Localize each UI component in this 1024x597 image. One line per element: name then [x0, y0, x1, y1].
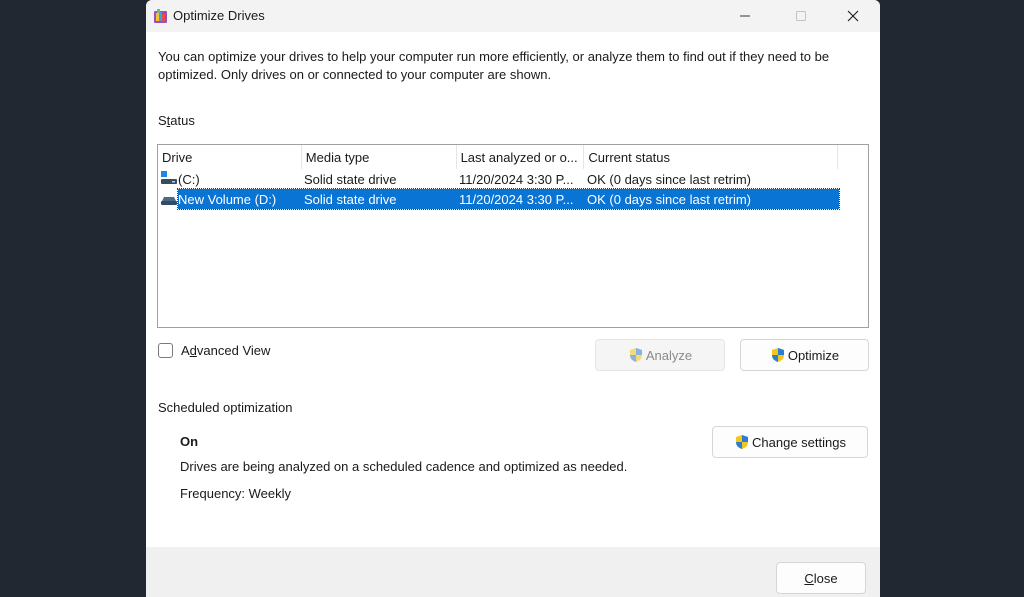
analyze-button[interactable]: Analyze [595, 339, 725, 371]
status-label-part: S [158, 113, 167, 128]
defrag-app-icon [154, 9, 167, 23]
drive-row-d[interactable]: New Volume (D:) Solid state drive 11/20/… [158, 188, 840, 210]
description-text: You can optimize your drives to help you… [158, 49, 830, 82]
optimize-drives-window: Optimize Drives You can optimize your dr… [146, 0, 880, 597]
title-bar[interactable]: Optimize Drives [146, 0, 880, 32]
drive-name: (C:) [178, 171, 200, 187]
label-part: lose [813, 570, 838, 586]
schedule-description: Drives are being analyzed on a scheduled… [180, 459, 628, 474]
minimize-icon [740, 15, 750, 17]
schedule-state: On [180, 434, 199, 449]
maximize-button[interactable] [778, 0, 824, 32]
drive-row-c[interactable]: (C:) Solid state drive 11/20/2024 3:30 P… [158, 169, 839, 189]
list-header: Drive Media type Last analyzed or o... C… [158, 145, 838, 169]
close-label: Close [804, 571, 837, 586]
advanced-view-toggle[interactable]: Advanced View [158, 343, 270, 358]
current-status: OK (0 days since last retrim) [587, 171, 751, 187]
close-icon [847, 10, 859, 22]
uac-shield-icon [629, 348, 642, 362]
close-window-button[interactable] [830, 0, 876, 32]
status-label: Status [158, 113, 195, 128]
column-header-last-analyzed[interactable]: Last analyzed or o... [457, 145, 585, 169]
change-settings-label: Change settings [752, 434, 846, 450]
advanced-view-checkbox[interactable] [158, 343, 173, 358]
uac-shield-icon [736, 435, 749, 449]
optimize-button[interactable]: Optimize [740, 339, 869, 371]
column-header-current-status[interactable]: Current status [584, 145, 838, 169]
media-type: Solid state drive [304, 171, 397, 187]
drives-list[interactable]: Drive Media type Last analyzed or o... C… [157, 144, 869, 328]
window-title: Optimize Drives [173, 8, 265, 23]
drive-icon [161, 197, 177, 205]
media-type: Solid state drive [304, 191, 397, 207]
scheduled-optimization-label: Scheduled optimization [158, 400, 293, 415]
drive-name: New Volume (D:) [178, 191, 277, 207]
advanced-view-label: Advanced View [181, 343, 270, 358]
label-mnemonic: d [189, 343, 197, 358]
label-part: A [181, 343, 190, 358]
close-button[interactable]: Close [776, 562, 866, 594]
label-mnemonic: C [804, 570, 814, 586]
last-analyzed: 11/20/2024 3:30 P... [459, 191, 574, 207]
minimize-button[interactable] [722, 0, 768, 32]
change-settings-button[interactable]: Change settings [712, 426, 868, 458]
optimize-label: Optimize [787, 347, 840, 363]
maximize-icon [796, 11, 806, 21]
status-label-part: atus [170, 113, 195, 128]
column-header-media-type[interactable]: Media type [302, 145, 457, 169]
schedule-frequency: Frequency: Weekly [180, 486, 292, 501]
last-analyzed: 11/20/2024 3:30 P... [459, 171, 574, 187]
current-status: OK (0 days since last retrim) [587, 191, 751, 207]
column-header-drive[interactable]: Drive [158, 145, 302, 169]
system-drive-icon [161, 171, 177, 184]
dialog-footer [146, 547, 880, 597]
uac-shield-icon [771, 348, 784, 362]
label-part: vanced View [196, 343, 271, 358]
analyze-label: Analyze [645, 347, 693, 363]
